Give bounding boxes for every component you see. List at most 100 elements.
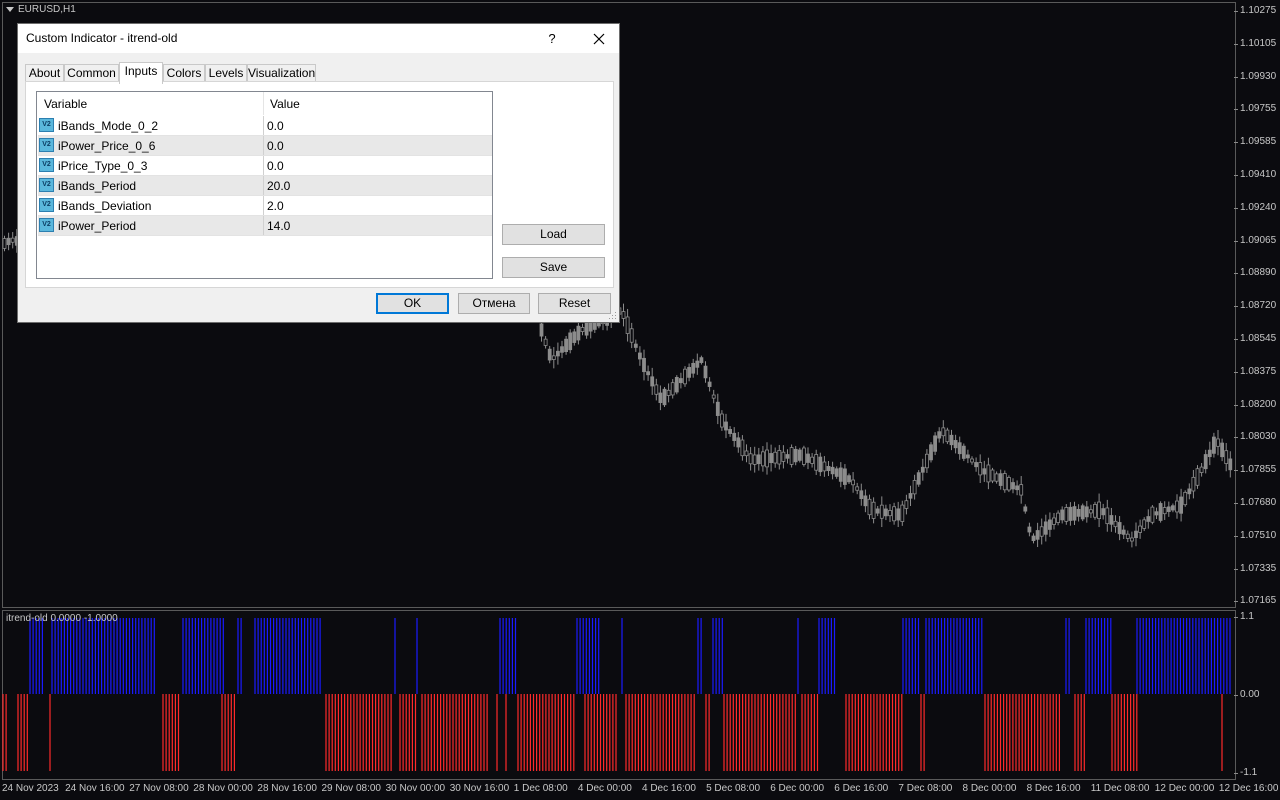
tab-about[interactable]: About: [25, 64, 64, 82]
column-separator: [263, 92, 264, 115]
time-tick-label: 12 Dec 00:00: [1154, 783, 1215, 794]
time-tick-label: 24 Nov 16:00: [65, 783, 125, 794]
price-tick-label: 1.07165: [1233, 595, 1277, 607]
variable-type-icon: V2: [39, 158, 54, 172]
inputs-grid[interactable]: Variable Value V2 iBands_Mode_0_2 0.0 V2 iPo…: [36, 91, 493, 279]
dialog-title: Custom Indicator - itrend-old: [26, 31, 178, 45]
variable-name: iPrice_Type_0_3: [58, 159, 148, 173]
column-value[interactable]: Value: [270, 97, 300, 111]
cell-separator: [263, 176, 264, 195]
cell-separator: [263, 156, 264, 175]
variable-name: iPower_Price_0_6: [58, 139, 156, 153]
variable-type-icon: V2: [39, 198, 54, 212]
variable-value[interactable]: 14.0: [267, 219, 290, 233]
price-tick-label: 1.08545: [1233, 333, 1277, 344]
price-tick-label: 1.07510: [1233, 529, 1277, 541]
cancel-button[interactable]: Отмена: [458, 293, 530, 314]
price-tick-label: 1.09930: [1233, 70, 1277, 82]
input-row[interactable]: V2 iBands_Period 20.0: [38, 176, 492, 196]
time-tick-label: 8 Dec 16:00: [1026, 783, 1081, 794]
input-row[interactable]: V2 iPower_Price_0_6 0.0: [38, 136, 492, 156]
input-row[interactable]: V2 iPrice_Type_0_3 0.0: [38, 156, 492, 176]
dialog-titlebar[interactable]: Custom Indicator - itrend-old ?: [18, 24, 619, 53]
dropdown-triangle-icon: [6, 6, 14, 12]
column-variable[interactable]: Variable: [44, 97, 87, 111]
variable-type-icon: V2: [39, 138, 54, 152]
time-tick-label: 5 Dec 08:00: [706, 783, 761, 794]
time-tick-label: 29 Nov 08:00: [321, 783, 382, 794]
price-tick-label: 1.09240: [1233, 201, 1277, 213]
grid-header: Variable Value: [37, 92, 492, 115]
cell-separator: [263, 116, 264, 135]
inputs-panel: Variable Value V2 iBands_Mode_0_2 0.0 V2 iPo…: [25, 81, 614, 288]
time-tick-label: 6 Dec 00:00: [770, 783, 825, 794]
time-tick-label: 8 Dec 00:00: [962, 783, 1017, 794]
ok-button[interactable]: OK: [376, 293, 449, 314]
price-tick-label: 1.07335: [1233, 562, 1277, 574]
cell-separator: [263, 216, 264, 235]
price-tick-label: 1.08720: [1233, 300, 1277, 312]
time-tick-label: 28 Nov 16:00: [257, 783, 317, 794]
variable-type-icon: V2: [39, 118, 54, 132]
price-tick-label: 1.07855: [1233, 464, 1277, 476]
input-row[interactable]: V2 iPower_Period 14.0: [38, 216, 492, 236]
variable-name: iBands_Mode_0_2: [58, 119, 159, 133]
load-button[interactable]: Load: [502, 224, 605, 245]
price-tick-label: 1.10105: [1233, 37, 1277, 49]
time-tick-label: 30 Nov 00:00: [385, 783, 446, 794]
reset-button[interactable]: Reset: [538, 293, 611, 314]
price-tick-label: 1.08375: [1233, 365, 1277, 377]
input-row[interactable]: V2 iBands_Deviation 2.0: [38, 196, 492, 216]
indicator-label: itrend-old 0.0000 -1.0000: [6, 613, 118, 624]
price-tick-label: 1.08200: [1233, 398, 1277, 410]
price-tick-label: 1.09585: [1233, 136, 1277, 148]
save-button[interactable]: Save: [502, 257, 605, 278]
time-tick-label: 1 Dec 08:00: [513, 783, 568, 794]
tab-common[interactable]: Common: [64, 64, 119, 82]
price-tick-label: 1.08890: [1233, 267, 1277, 279]
input-row[interactable]: V2 iBands_Mode_0_2 0.0: [38, 116, 492, 136]
indicator-tick-label: 1.1: [1234, 611, 1254, 622]
indicator-tick-label: -1.1: [1233, 767, 1258, 778]
price-tick-label: 1.08030: [1233, 431, 1277, 443]
close-icon: [593, 33, 605, 45]
time-tick-label: 11 Dec 08:00: [1090, 783, 1150, 794]
variable-name: iBands_Deviation: [58, 199, 152, 213]
variable-value[interactable]: 0.0: [267, 119, 284, 133]
variable-value[interactable]: 0.0: [267, 159, 284, 173]
resize-grip-icon[interactable]: [609, 312, 617, 320]
time-tick-label: 30 Nov 16:00: [449, 783, 510, 794]
price-tick-label: 1.09065: [1233, 234, 1277, 246]
variable-value[interactable]: 2.0: [267, 199, 284, 213]
price-tick-label: 1.10275: [1233, 5, 1277, 16]
time-tick-label: 27 Nov 08:00: [129, 783, 189, 794]
cell-separator: [263, 136, 264, 155]
time-tick-label: 28 Nov 00:00: [193, 783, 253, 794]
variable-value[interactable]: 0.0: [267, 139, 284, 153]
time-tick-label: 4 Dec 16:00: [642, 783, 696, 794]
tab-inputs[interactable]: Inputs: [119, 62, 163, 84]
indicator-tick-label: 0.00: [1233, 689, 1260, 700]
close-button[interactable]: [584, 27, 614, 51]
variable-value[interactable]: 20.0: [267, 179, 290, 193]
variable-type-icon: V2: [39, 218, 54, 232]
time-tick-label: 4 Dec 00:00: [577, 783, 632, 794]
time-tick-label: 24 Nov 2023: [2, 783, 59, 794]
variable-name: iBands_Period: [58, 179, 137, 193]
tab-visualization[interactable]: Visualization: [247, 64, 316, 82]
time-tick-label: 6 Dec 16:00: [834, 783, 889, 794]
time-tick-label: 12 Dec 16:00: [1218, 783, 1279, 794]
tab-colors[interactable]: Colors: [163, 64, 205, 82]
symbol-label[interactable]: EURUSD,H1: [6, 4, 76, 15]
price-tick-label: 1.09410: [1233, 169, 1277, 180]
variable-name: iPower_Period: [58, 219, 137, 233]
price-tick-label: 1.07680: [1233, 497, 1277, 508]
cell-separator: [263, 196, 264, 215]
time-tick-label: 7 Dec 08:00: [898, 783, 953, 794]
tab-levels[interactable]: Levels: [205, 64, 247, 82]
custom-indicator-dialog: Custom Indicator - itrend-old ? About Co…: [17, 23, 620, 323]
symbol-text: EURUSD,H1: [18, 4, 76, 15]
variable-type-icon: V2: [39, 178, 54, 192]
price-tick-label: 1.09755: [1233, 103, 1277, 115]
help-button[interactable]: ?: [540, 28, 564, 50]
